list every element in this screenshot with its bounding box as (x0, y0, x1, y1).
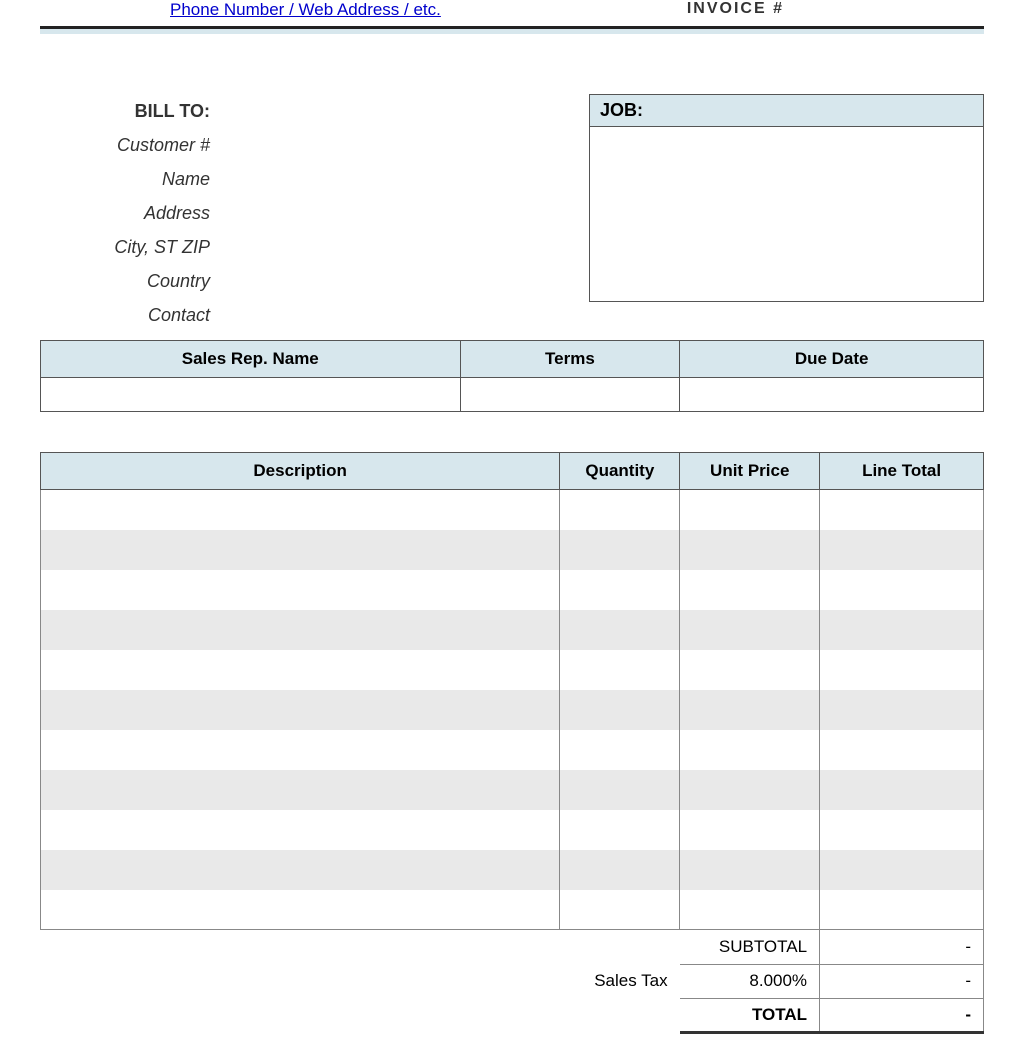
item-cell[interactable] (560, 650, 680, 690)
subtotal-value: - (820, 930, 984, 964)
bill-to-country: Country (40, 264, 210, 298)
table-row (41, 610, 984, 650)
table-row (41, 770, 984, 810)
item-cell[interactable] (680, 650, 820, 690)
job-title: JOB: (589, 94, 984, 127)
item-cell[interactable] (41, 890, 560, 930)
item-cell[interactable] (560, 850, 680, 890)
item-cell[interactable] (560, 690, 680, 730)
item-cell[interactable] (820, 650, 984, 690)
item-cell[interactable] (680, 490, 820, 530)
meta-header-sales-rep: Sales Rep. Name (41, 341, 461, 378)
meta-header-terms: Terms (460, 341, 680, 378)
item-cell[interactable] (820, 810, 984, 850)
table-row (41, 890, 984, 930)
item-cell[interactable] (560, 490, 680, 530)
item-cell[interactable] (41, 650, 560, 690)
meta-header-due-date: Due Date (680, 341, 984, 378)
meta-table: Sales Rep. Name Terms Due Date (40, 340, 984, 412)
table-row (41, 730, 984, 770)
subtotal-label: SUBTOTAL (680, 930, 820, 964)
item-cell[interactable] (41, 770, 560, 810)
bill-to-block: BILL TO: Customer # Name Address City, S… (40, 94, 240, 332)
meta-value-sales-rep[interactable] (41, 378, 461, 412)
item-cell[interactable] (820, 890, 984, 930)
totals-table: SUBTOTAL - Sales Tax 8.000% - TOTAL - (40, 930, 984, 1034)
meta-value-due-date[interactable] (680, 378, 984, 412)
item-cell[interactable] (680, 530, 820, 570)
item-cell[interactable] (680, 690, 820, 730)
bill-to-customer-num: Customer # (40, 128, 210, 162)
bill-to-title: BILL TO: (40, 94, 210, 128)
header-link[interactable]: Phone Number / Web Address / etc. (40, 0, 441, 20)
item-cell[interactable] (820, 490, 984, 530)
table-row (41, 810, 984, 850)
items-header-unit-price: Unit Price (680, 453, 820, 490)
item-cell[interactable] (560, 610, 680, 650)
item-cell[interactable] (41, 570, 560, 610)
item-cell[interactable] (560, 570, 680, 610)
items-header-line-total: Line Total (820, 453, 984, 490)
item-cell[interactable] (820, 770, 984, 810)
invoice-number-label: INVOICE # (687, 0, 784, 20)
items-header-description: Description (41, 453, 560, 490)
table-row (41, 490, 984, 530)
item-cell[interactable] (680, 890, 820, 930)
sales-tax-value: - (820, 964, 984, 998)
item-cell[interactable] (820, 690, 984, 730)
item-cell[interactable] (820, 530, 984, 570)
bill-to-address: Address (40, 196, 210, 230)
header-divider (40, 26, 984, 34)
item-cell[interactable] (820, 610, 984, 650)
table-row (41, 570, 984, 610)
item-cell[interactable] (560, 890, 680, 930)
item-cell[interactable] (680, 770, 820, 810)
item-cell[interactable] (41, 810, 560, 850)
item-cell[interactable] (560, 730, 680, 770)
item-cell[interactable] (680, 810, 820, 850)
bill-to-contact: Contact (40, 298, 210, 332)
item-cell[interactable] (41, 850, 560, 890)
job-body[interactable] (589, 127, 984, 302)
item-cell[interactable] (820, 850, 984, 890)
bill-to-name: Name (40, 162, 210, 196)
total-label: TOTAL (680, 998, 820, 1032)
item-cell[interactable] (680, 730, 820, 770)
item-cell[interactable] (680, 570, 820, 610)
item-cell[interactable] (680, 610, 820, 650)
item-cell[interactable] (560, 770, 680, 810)
sales-tax-rate: 8.000% (680, 964, 820, 998)
item-cell[interactable] (680, 850, 820, 890)
item-cell[interactable] (820, 570, 984, 610)
bill-to-city: City, ST ZIP (40, 230, 210, 264)
item-cell[interactable] (41, 730, 560, 770)
job-box: JOB: (589, 94, 984, 332)
table-row (41, 650, 984, 690)
item-cell[interactable] (41, 610, 560, 650)
item-cell[interactable] (820, 730, 984, 770)
total-value: - (820, 998, 984, 1032)
table-row (41, 530, 984, 570)
items-table: Description Quantity Unit Price Line Tot… (40, 452, 984, 930)
item-cell[interactable] (560, 810, 680, 850)
table-row (41, 850, 984, 890)
item-cell[interactable] (560, 530, 680, 570)
item-cell[interactable] (41, 690, 560, 730)
sales-tax-label: Sales Tax (560, 964, 680, 998)
items-header-quantity: Quantity (560, 453, 680, 490)
item-cell[interactable] (41, 530, 560, 570)
item-cell[interactable] (41, 490, 560, 530)
table-row (41, 690, 984, 730)
meta-value-terms[interactable] (460, 378, 680, 412)
